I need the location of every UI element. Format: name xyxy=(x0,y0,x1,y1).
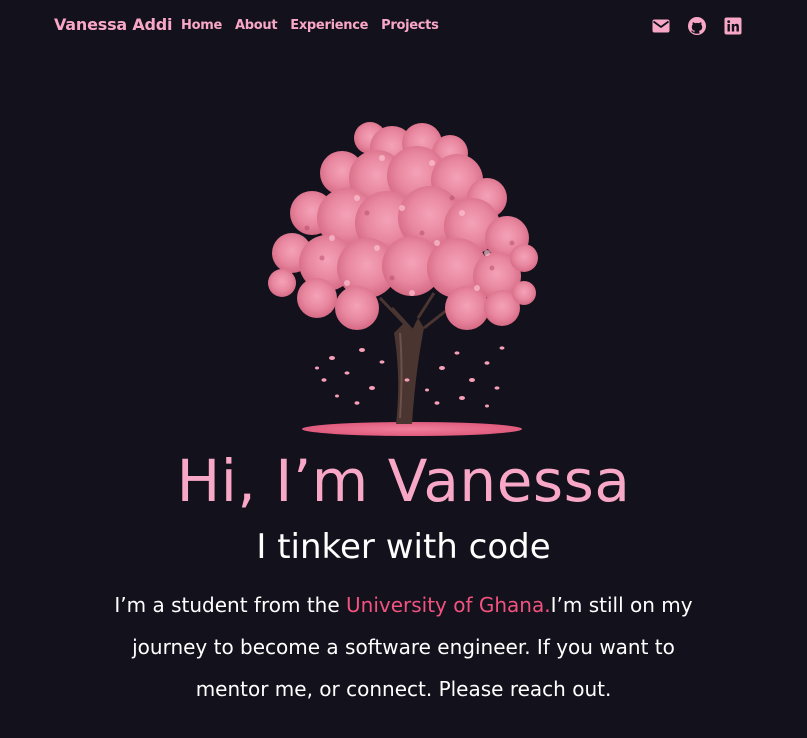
linkedin-icon[interactable] xyxy=(723,16,743,36)
mail-icon[interactable] xyxy=(651,16,671,36)
bio-text-start: I’m a student from the xyxy=(114,593,346,617)
nav-link-projects[interactable]: Projects xyxy=(381,18,439,33)
social-icons xyxy=(651,16,743,36)
brand-logo[interactable]: Vanessa Addi xyxy=(54,15,173,34)
nav-links: Home About Experience Projects xyxy=(181,18,452,33)
github-icon[interactable] xyxy=(687,16,707,36)
cherry-blossom-tree-image xyxy=(262,118,548,446)
nav-link-experience[interactable]: Experience xyxy=(290,18,368,33)
hero-greeting: Hi, I’m Vanessa xyxy=(176,447,631,515)
hero-tagline: I tinker with code xyxy=(256,527,551,567)
navbar: Vanessa Addi Home About Experience Proje… xyxy=(0,0,807,52)
hero-bio: I’m a student from the University of Gha… xyxy=(100,584,707,710)
nav-link-home[interactable]: Home xyxy=(181,18,222,33)
university-link[interactable]: University of Ghana. xyxy=(346,593,551,617)
nav-link-about[interactable]: About xyxy=(235,18,278,33)
